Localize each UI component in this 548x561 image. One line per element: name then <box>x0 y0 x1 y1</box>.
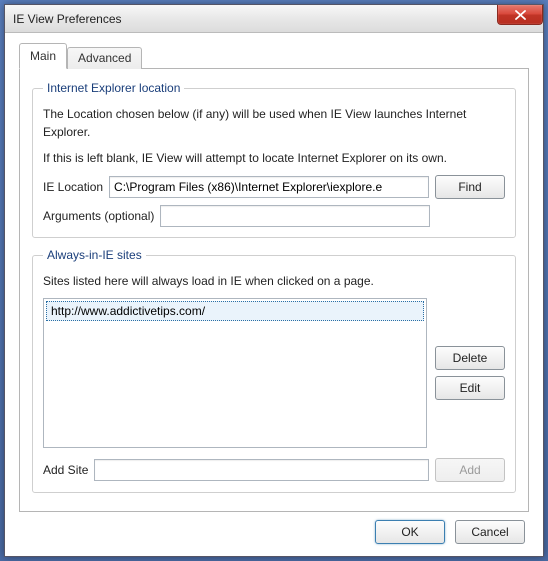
window-title: IE View Preferences <box>13 12 122 26</box>
group-always-ie-legend: Always-in-IE sites <box>43 248 146 262</box>
tab-main[interactable]: Main <box>19 43 67 69</box>
tab-panel-main: Internet Explorer location The Location … <box>19 68 529 512</box>
arguments-row: Arguments (optional) <box>43 205 505 227</box>
tab-advanced-label: Advanced <box>78 51 131 65</box>
sites-side-buttons: Delete Edit <box>435 298 505 448</box>
arguments-input[interactable] <box>160 205 430 227</box>
close-button[interactable] <box>497 5 543 25</box>
group-always-ie: Always-in-IE sites Sites listed here wil… <box>32 248 516 493</box>
group-ie-location-legend: Internet Explorer location <box>43 81 184 95</box>
sites-area: http://www.addictivetips.com/ Delete Edi… <box>43 298 505 448</box>
preferences-window: IE View Preferences Main Advanced Intern… <box>4 4 544 557</box>
ok-button[interactable]: OK <box>375 520 445 544</box>
ie-location-label: IE Location <box>43 180 103 194</box>
always-ie-help: Sites listed here will always load in IE… <box>43 272 505 290</box>
edit-button[interactable]: Edit <box>435 376 505 400</box>
arguments-label: Arguments (optional) <box>43 209 154 223</box>
add-site-row: Add Site Add <box>43 458 505 482</box>
client-area: Main Advanced Internet Explorer location… <box>5 33 543 556</box>
add-site-input[interactable] <box>94 459 429 481</box>
delete-button[interactable]: Delete <box>435 346 505 370</box>
tab-advanced[interactable]: Advanced <box>67 47 142 69</box>
dialog-footer: OK Cancel <box>19 512 529 544</box>
add-site-label: Add Site <box>43 463 88 477</box>
titlebar: IE View Preferences <box>5 5 543 33</box>
find-button[interactable]: Find <box>435 175 505 199</box>
sites-listbox[interactable]: http://www.addictivetips.com/ <box>43 298 427 448</box>
ie-location-help2: If this is left blank, IE View will atte… <box>43 149 505 167</box>
group-ie-location: Internet Explorer location The Location … <box>32 81 516 238</box>
cancel-button[interactable]: Cancel <box>455 520 525 544</box>
ie-location-input[interactable] <box>109 176 429 198</box>
tabstrip: Main Advanced <box>19 43 529 69</box>
tab-main-label: Main <box>30 49 56 63</box>
close-icon <box>515 10 526 20</box>
add-button[interactable]: Add <box>435 458 505 482</box>
ie-location-help1: The Location chosen below (if any) will … <box>43 105 505 141</box>
site-item[interactable]: http://www.addictivetips.com/ <box>46 301 424 321</box>
ie-location-row: IE Location Find <box>43 175 505 199</box>
